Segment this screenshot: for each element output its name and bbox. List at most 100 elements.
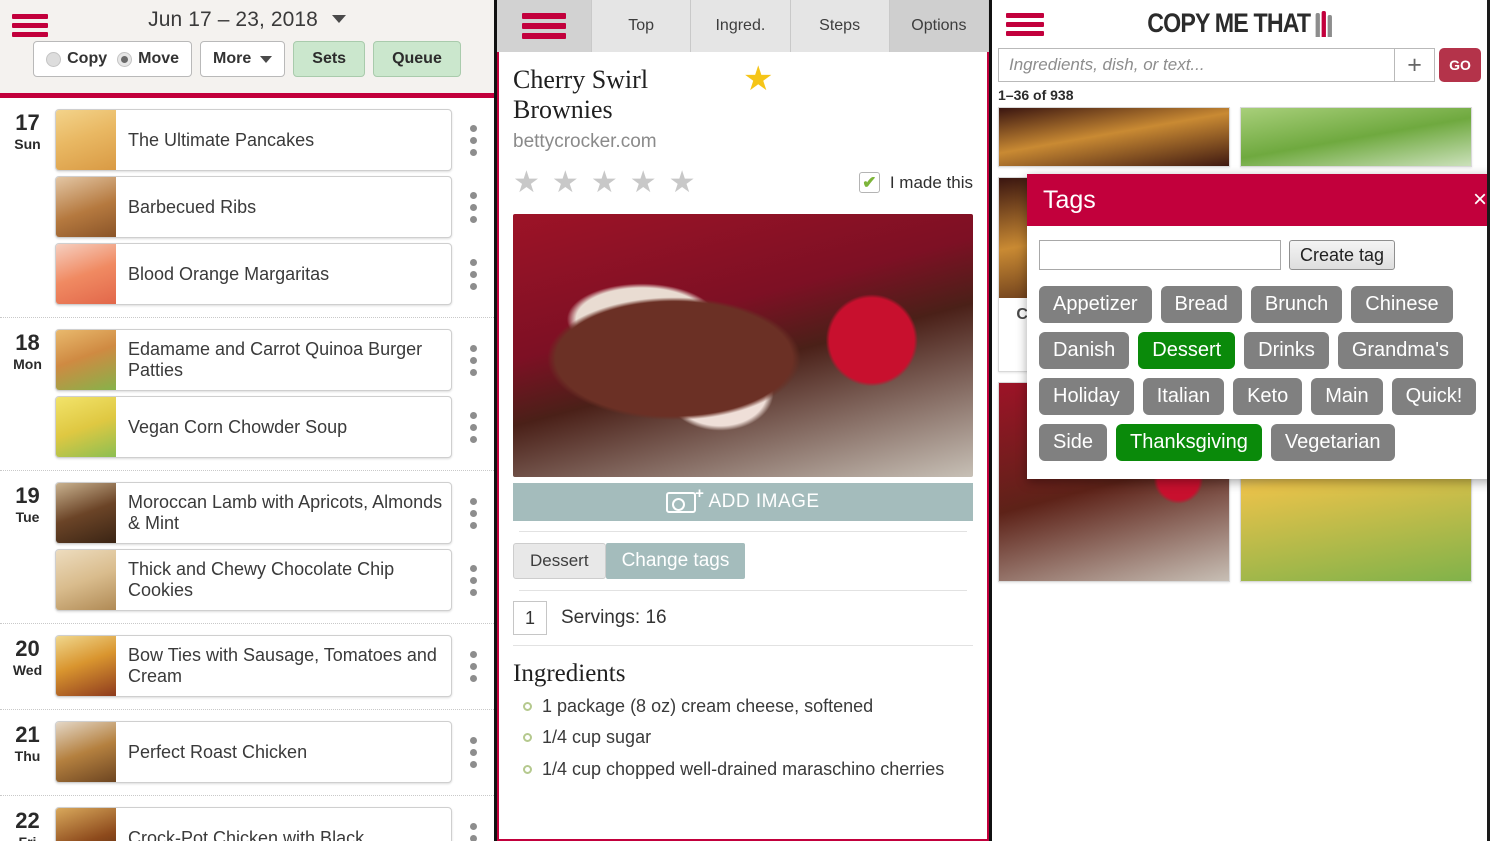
tag-chip-bread[interactable]: Bread bbox=[1160, 286, 1242, 323]
day-label: 21 Thu bbox=[0, 716, 55, 788]
tag-chip-italian[interactable]: Italian bbox=[1142, 378, 1225, 415]
tab-ingred[interactable]: Ingred. bbox=[691, 0, 791, 52]
move-label: Move bbox=[138, 50, 180, 67]
tag-chip-quick[interactable]: Quick! bbox=[1391, 378, 1477, 415]
site-logo[interactable]: COPY ME THAT bbox=[1027, 0, 1453, 39]
recipe-photo bbox=[513, 214, 973, 477]
servings-multiplier-input[interactable]: 1 bbox=[513, 601, 547, 635]
meal-card[interactable]: Thick and Chewy Chocolate Chip Cookies bbox=[55, 549, 452, 611]
tag-chip-danish[interactable]: Danish bbox=[1039, 332, 1130, 369]
day-name: Thu bbox=[14, 748, 41, 764]
meal-options-icon[interactable] bbox=[452, 258, 494, 290]
tag-chip-dessert[interactable]: Dessert bbox=[1138, 332, 1236, 369]
tab-options[interactable]: Options bbox=[889, 0, 989, 52]
tag-chip-appetizer[interactable]: Appetizer bbox=[1039, 286, 1152, 323]
rating-stars[interactable]: ★ ★ ★ ★ ★ bbox=[513, 165, 859, 200]
star-outline-icon[interactable]: ★ bbox=[630, 165, 657, 200]
tag-chip-drinks[interactable]: Drinks bbox=[1244, 332, 1329, 369]
radio-dot-icon bbox=[46, 51, 62, 67]
tag-chip-vegetarian[interactable]: Vegetarian bbox=[1270, 424, 1395, 461]
move-radio[interactable]: Move bbox=[117, 50, 179, 68]
copy-label: Copy bbox=[67, 50, 108, 67]
meal-row: Bow Ties with Sausage, Tomatoes and Crea… bbox=[55, 635, 494, 697]
hamburger-icon[interactable] bbox=[12, 10, 48, 40]
ingredient-item[interactable]: 1 package (8 oz) cream cheese, softened bbox=[513, 694, 973, 718]
day-number: 17 bbox=[15, 110, 40, 135]
queue-button[interactable]: Queue bbox=[373, 41, 461, 77]
meal-card[interactable]: The Ultimate Pancakes bbox=[55, 109, 452, 171]
tag-chip-main[interactable]: Main bbox=[1311, 378, 1383, 415]
meal-thumbnail bbox=[56, 483, 116, 543]
recipe-card[interactable] bbox=[998, 107, 1230, 167]
meal-title: Blood Orange Margaritas bbox=[128, 263, 330, 284]
planner-day-group: 18 Mon Edamame and Carrot Quinoa Burger Pa… bbox=[0, 318, 494, 471]
meal-options-icon[interactable] bbox=[452, 344, 494, 376]
meal-row: Edamame and Carrot Quinoa Burger Patties bbox=[55, 329, 494, 391]
star-filled-icon[interactable]: ★ bbox=[743, 63, 973, 97]
tag-chip-grandmas[interactable]: Grandma's bbox=[1337, 332, 1464, 369]
meal-options-icon[interactable] bbox=[452, 736, 494, 768]
recipe-tag-chip[interactable]: Dessert bbox=[513, 543, 606, 579]
day-name: Wed bbox=[12, 662, 43, 678]
star-outline-icon[interactable]: ★ bbox=[513, 165, 540, 200]
made-this-checkbox[interactable]: ✔ I made this bbox=[858, 172, 973, 193]
meal-row: Perfect Roast Chicken bbox=[55, 721, 494, 783]
meal-card[interactable]: Edamame and Carrot Quinoa Burger Patties bbox=[55, 329, 452, 391]
more-button[interactable]: More bbox=[200, 41, 286, 77]
meal-title: Moroccan Lamb with Apricots, Almonds & M… bbox=[128, 492, 443, 533]
plus-icon[interactable]: + bbox=[1395, 48, 1435, 82]
day-meals: Moroccan Lamb with Apricots, Almonds & M… bbox=[55, 477, 494, 616]
meal-card[interactable]: Perfect Roast Chicken bbox=[55, 721, 452, 783]
star-outline-icon[interactable]: ★ bbox=[591, 165, 618, 200]
planner-controls: Copy Move More Sets Queue bbox=[0, 41, 494, 77]
day-name: Fri bbox=[0, 834, 55, 841]
meal-options-icon[interactable] bbox=[452, 191, 494, 223]
tag-chip-holiday[interactable]: Holiday bbox=[1039, 378, 1134, 415]
day-label: 20 Wed bbox=[0, 630, 55, 702]
checkbox-checked-icon: ✔ bbox=[858, 172, 880, 193]
close-icon[interactable]: × bbox=[1473, 186, 1487, 214]
recipe-menu-button[interactable] bbox=[497, 0, 592, 52]
ingredient-text: 1 package (8 oz) cream cheese, softened bbox=[542, 696, 874, 716]
meal-card[interactable]: Moroccan Lamb with Apricots, Almonds & M… bbox=[55, 482, 452, 544]
meal-thumbnail bbox=[56, 550, 116, 610]
meal-options-icon[interactable] bbox=[452, 822, 494, 841]
hamburger-icon bbox=[522, 12, 566, 40]
sets-button[interactable]: Sets bbox=[293, 41, 366, 77]
meal-options-icon[interactable] bbox=[452, 650, 494, 682]
meal-card[interactable]: Bow Ties with Sausage, Tomatoes and Crea… bbox=[55, 635, 452, 697]
day-number: 22 bbox=[15, 808, 40, 833]
meal-card[interactable]: Crock-Pot Chicken with Black bbox=[55, 807, 452, 841]
planner-day-group: 19 Tue Moroccan Lamb with Apricots, Almond… bbox=[0, 471, 494, 624]
tab-top[interactable]: Top bbox=[592, 0, 692, 52]
tag-chip-brunch[interactable]: Brunch bbox=[1250, 286, 1343, 323]
tag-chip-side[interactable]: Side bbox=[1039, 424, 1108, 461]
meal-options-icon[interactable] bbox=[452, 124, 494, 156]
ingredient-item[interactable]: 1/4 cup chopped well-drained maraschino … bbox=[513, 757, 973, 781]
meal-options-icon[interactable] bbox=[452, 564, 494, 596]
tag-chip-chinese[interactable]: Chinese bbox=[1351, 286, 1453, 323]
copy-radio[interactable]: Copy bbox=[46, 50, 107, 68]
meal-options-icon[interactable] bbox=[452, 497, 494, 529]
meal-options-icon[interactable] bbox=[452, 411, 494, 443]
create-tag-button[interactable]: Create tag bbox=[1289, 240, 1396, 270]
recipe-source[interactable]: bettycrocker.com bbox=[513, 131, 973, 153]
recipe-card[interactable] bbox=[1240, 107, 1472, 167]
ingredient-item[interactable]: 1/4 cup sugar bbox=[513, 725, 973, 749]
tag-chip-thanksgiving[interactable]: Thanksgiving bbox=[1116, 424, 1262, 461]
go-button[interactable]: GO bbox=[1439, 48, 1481, 82]
tag-chip-keto[interactable]: Keto bbox=[1233, 378, 1303, 415]
change-tags-button[interactable]: Change tags bbox=[605, 543, 746, 579]
date-range-selector[interactable]: Jun 17 – 23, 2018 bbox=[0, 0, 494, 32]
day-name: Mon bbox=[13, 356, 42, 372]
star-outline-icon[interactable]: ★ bbox=[669, 165, 696, 200]
meal-thumbnail bbox=[56, 808, 116, 841]
meal-card[interactable]: Barbecued Ribs bbox=[55, 176, 452, 238]
tab-steps[interactable]: Steps bbox=[790, 0, 890, 52]
meal-card[interactable]: Vegan Corn Chowder Soup bbox=[55, 396, 452, 458]
meal-card[interactable]: Blood Orange Margaritas bbox=[55, 243, 452, 305]
star-outline-icon[interactable]: ★ bbox=[552, 165, 579, 200]
search-input[interactable]: Ingredients, dish, or text... bbox=[998, 48, 1395, 82]
new-tag-input[interactable] bbox=[1039, 240, 1281, 270]
add-image-button[interactable]: ADD IMAGE bbox=[513, 483, 973, 521]
